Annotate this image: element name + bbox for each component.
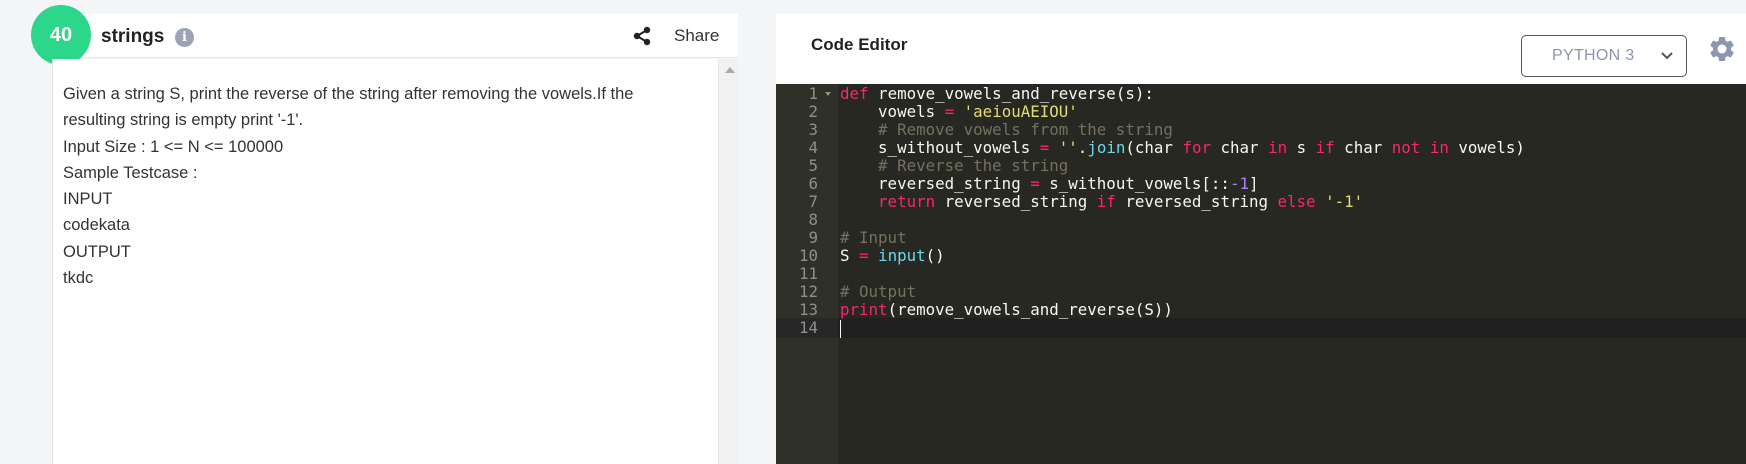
code-line: # Output	[840, 282, 917, 301]
scroll-up-arrow-icon[interactable]	[725, 67, 735, 73]
problem-description: Given a string S, print the reverse of t…	[63, 81, 703, 291]
line-number: 7	[808, 192, 818, 211]
code-line: S = input()	[840, 246, 945, 265]
gear-icon[interactable]	[1707, 34, 1737, 64]
description-line: codekata	[63, 216, 130, 235]
line-number: 2	[808, 102, 818, 121]
line-number: 4	[808, 138, 818, 157]
line-number: 5	[808, 156, 818, 175]
info-icon[interactable]: i	[175, 28, 194, 47]
problem-number-badge: 40	[31, 5, 91, 65]
code-line: # Input	[840, 228, 907, 247]
language-select[interactable]: PYTHON 3	[1521, 35, 1687, 77]
line-number-gutter: 1 2 3 4 5 6 7 8 9 10 11 12 13 14	[776, 84, 838, 464]
line-number: 12	[798, 282, 818, 301]
line-number: 6	[808, 174, 818, 193]
code-line: reversed_string = s_without_vowels[::-1]	[840, 174, 1259, 193]
description-line: tkdc	[63, 269, 94, 288]
line-number: 8	[808, 210, 818, 229]
line-number: 11	[798, 264, 818, 283]
share-icon	[633, 26, 651, 46]
code-editor-panel: Code Editor PYTHON 3 1 2 3 4 5 6 7 8 9 1…	[776, 14, 1746, 464]
line-number: 1	[808, 84, 818, 103]
problem-description-box: Given a string S, print the reverse of t…	[52, 59, 718, 464]
line-number: 3	[808, 120, 818, 139]
description-line: Given a string S, print the reverse of t…	[63, 85, 634, 103]
description-line: resulting string is empty print '-1'.	[63, 111, 304, 130]
description-line: OUTPUT	[63, 242, 131, 261]
code-line: # Reverse the string	[840, 156, 1069, 175]
problem-title: strings	[101, 26, 165, 47]
active-line-highlight	[838, 318, 1746, 338]
line-number: 10	[798, 246, 818, 265]
code-area[interactable]: 1 2 3 4 5 6 7 8 9 10 11 12 13 14 def rem…	[776, 84, 1746, 464]
description-line: INPUT	[63, 190, 113, 209]
code-line: print(remove_vowels_and_reverse(S))	[840, 300, 1173, 319]
description-line: Sample Testcase :	[63, 163, 198, 182]
problem-panel: 40 strings i Share Given a string S, pri…	[0, 0, 740, 464]
language-selected-value: PYTHON 3	[1552, 47, 1635, 64]
code-line: def remove_vowels_and_reverse(s):	[840, 84, 1154, 103]
code-line: # Remove vowels from the string	[840, 120, 1173, 139]
share-button[interactable]: Share	[632, 24, 719, 48]
line-number: 13	[798, 300, 818, 319]
description-scrollbar[interactable]	[718, 59, 738, 464]
code-line: return reversed_string if reversed_strin…	[840, 192, 1364, 211]
line-number: 9	[808, 228, 818, 247]
editor-title: Code Editor	[811, 35, 908, 54]
line-number: 14	[798, 318, 818, 337]
chevron-down-icon	[1661, 52, 1673, 60]
fold-arrow-icon[interactable]	[825, 92, 831, 96]
text-cursor	[840, 320, 841, 338]
share-label: Share	[674, 26, 720, 45]
code-line: s_without_vowels = ''.join(char for char…	[840, 138, 1525, 157]
code-line: vowels = 'aeiouAEIOU'	[840, 102, 1078, 121]
description-line: Input Size : 1 <= N <= 100000	[63, 137, 284, 156]
